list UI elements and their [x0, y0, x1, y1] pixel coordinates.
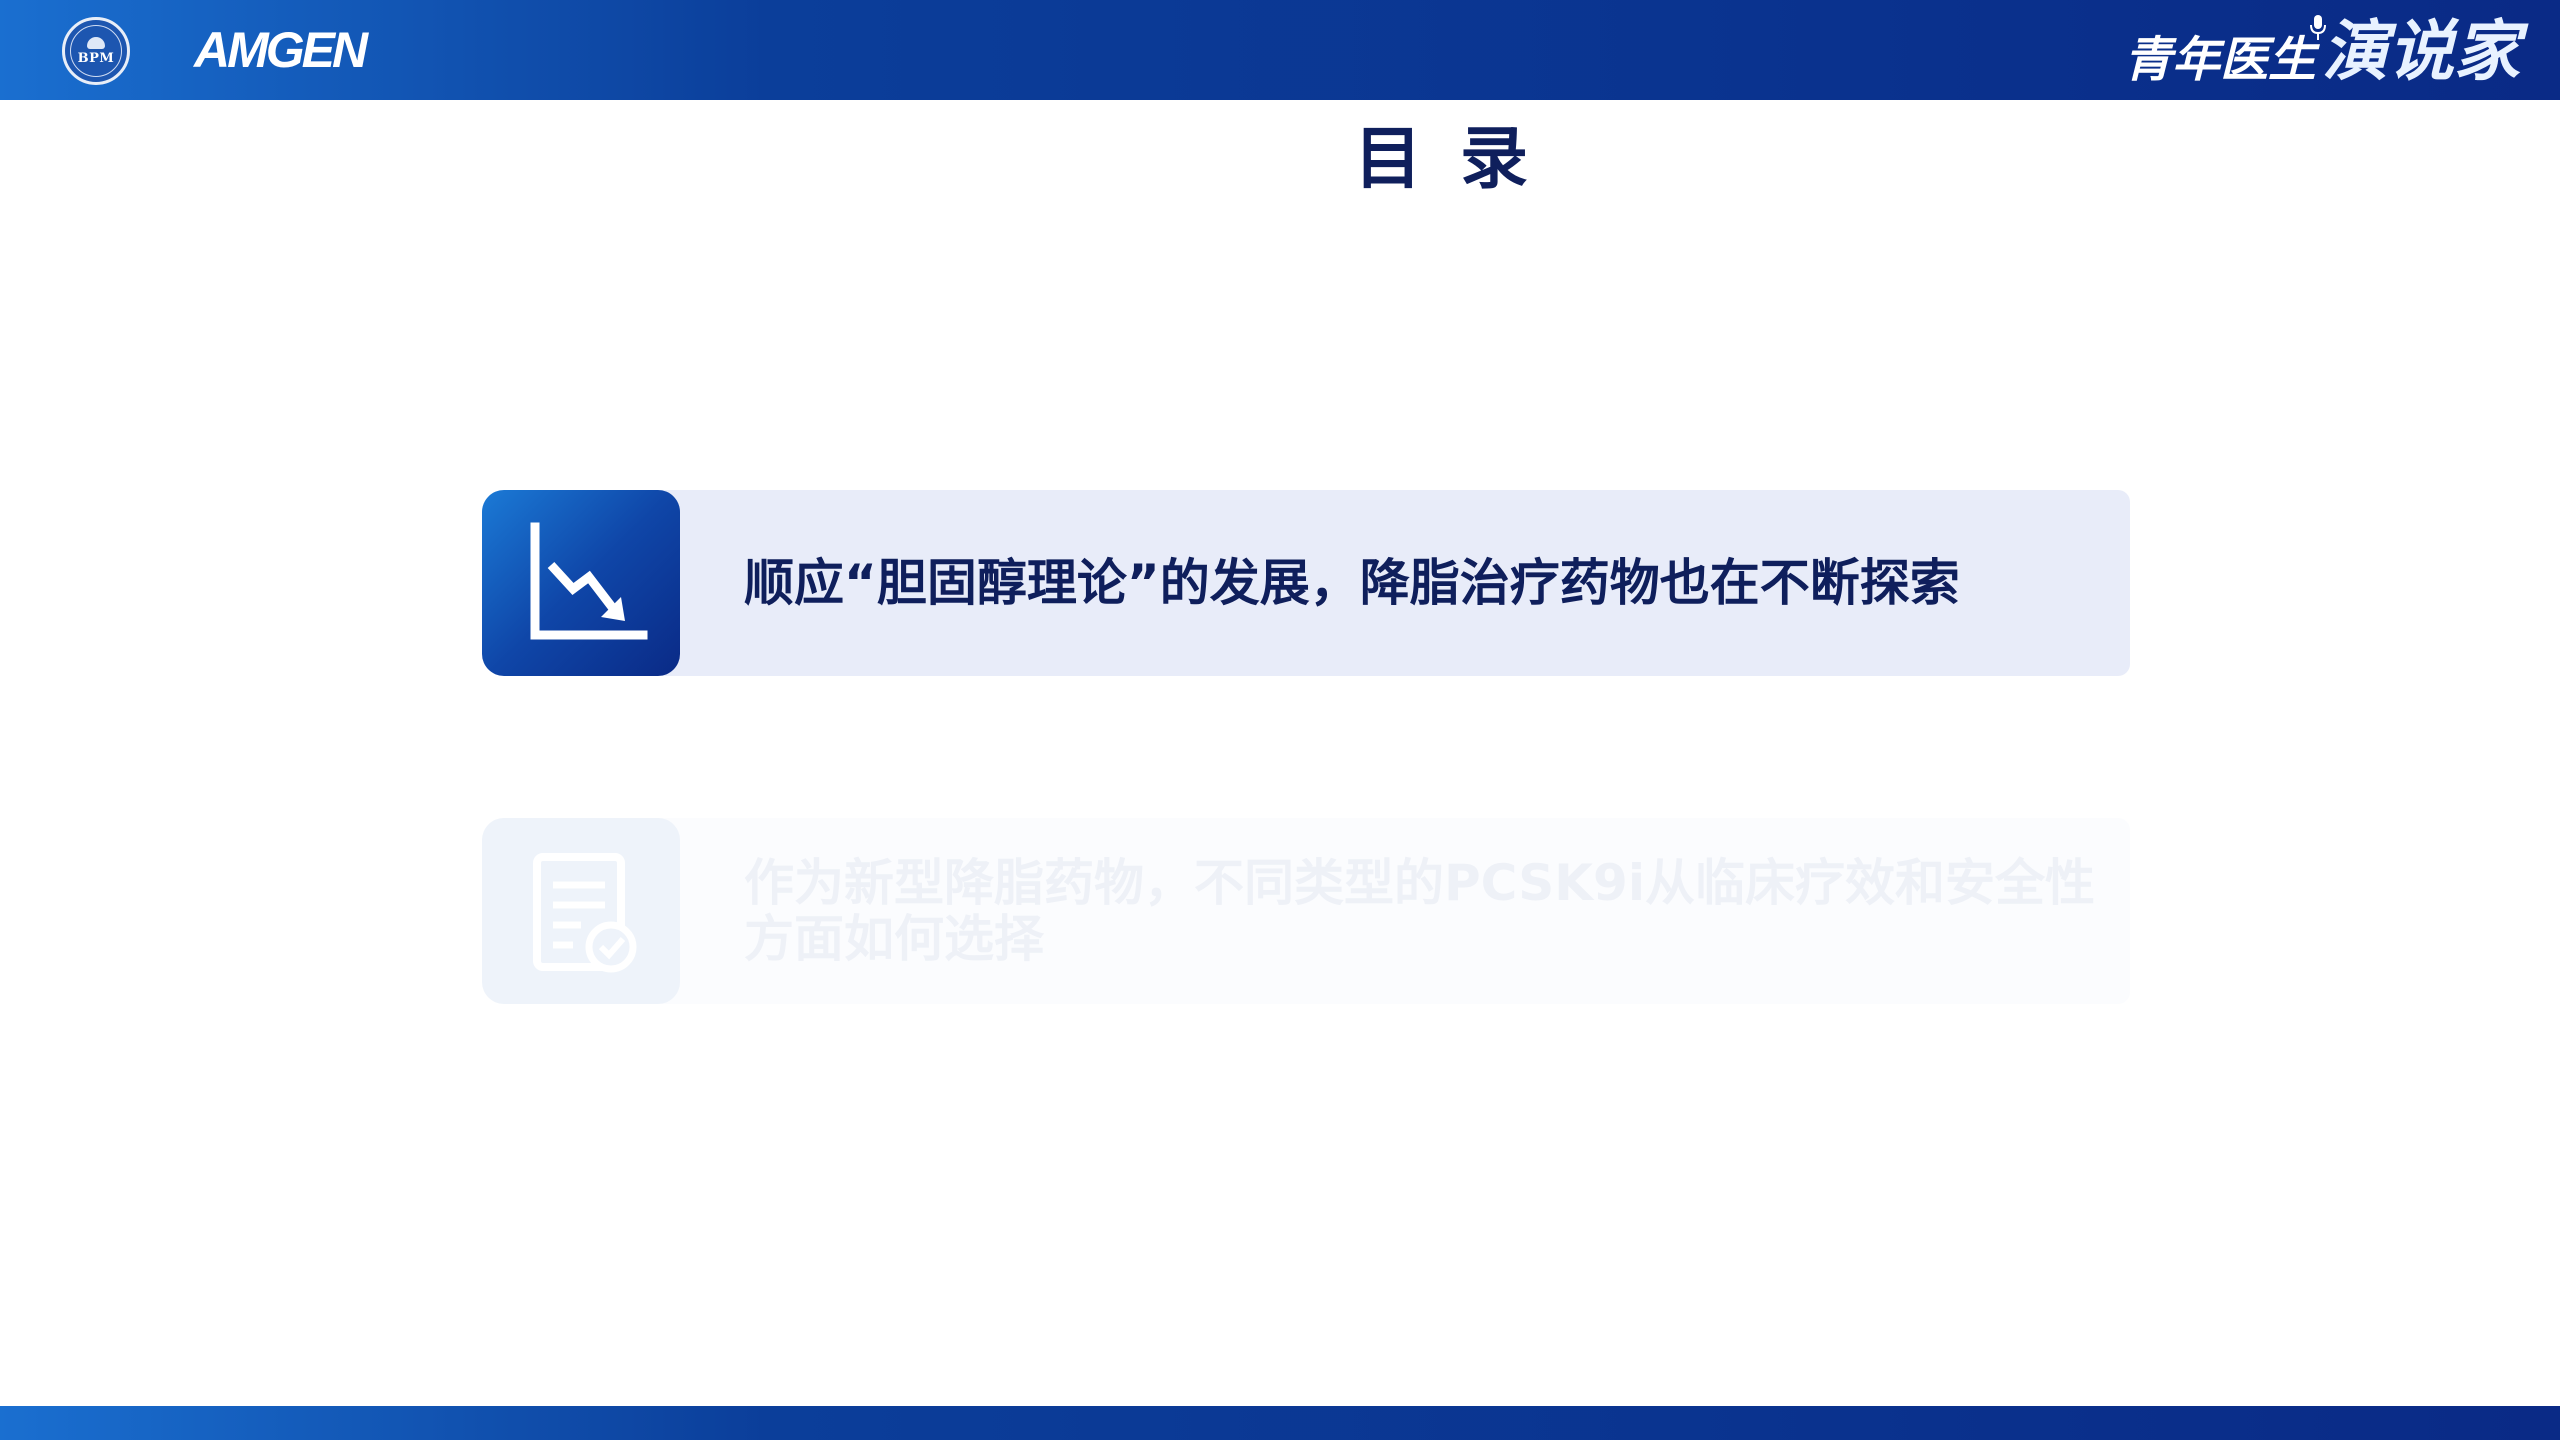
brand-small-text: 青年医生: [2123, 32, 2316, 88]
bpm-logo-icon: BPM: [62, 17, 130, 85]
amgen-logo: AMGEN: [194, 22, 368, 78]
brand-big-text: 演说家: [2322, 13, 2520, 90]
agenda-item-label: 顺应“胆固醇理论”的发展，降脂治疗药物也在不断探索: [744, 554, 1960, 612]
agenda-item-2[interactable]: 作为新型降脂药物，不同类型的PCSK9i从临床疗效和安全性方面如何选择: [482, 818, 2130, 1004]
bpm-logo-text: BPM: [77, 50, 115, 66]
header-band: BPM AMGEN 青年医生 演说家: [0, 0, 2560, 100]
agenda-item-label: 作为新型降脂药物，不同类型的PCSK9i从临床疗效和安全性方面如何选择: [744, 854, 2095, 968]
checklist-document-icon: [482, 818, 680, 1004]
page-title: 目录: [1353, 120, 1566, 199]
brand-logo: 青年医生 演说家: [2124, 12, 2520, 90]
agenda-item-1[interactable]: 顺应“胆固醇理论”的发展，降脂治疗药物也在不断探索: [482, 490, 2130, 676]
slide: BPM AMGEN 青年医生 演说家 目录 顺应“胆固醇理论”的发展，降脂治疗药…: [0, 0, 2560, 1440]
footer-band: [0, 1406, 2560, 1440]
trend-down-chart-icon: [482, 490, 680, 676]
